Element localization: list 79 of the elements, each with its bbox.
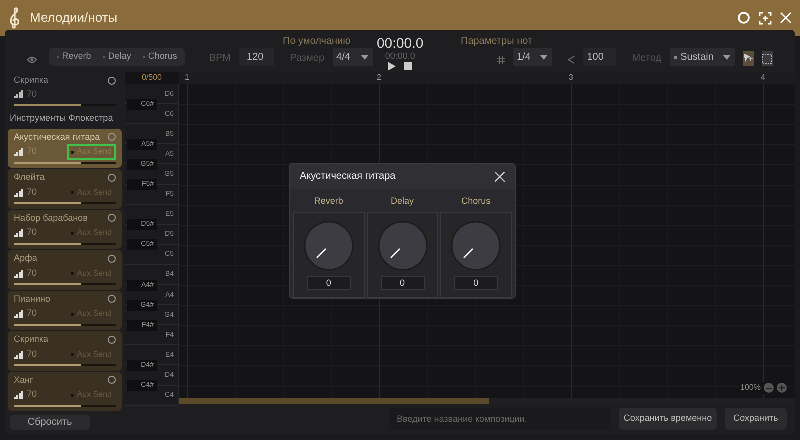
zoom-level: 100% — [740, 382, 761, 394]
ring-icon[interactable] — [108, 376, 116, 384]
ring-icon[interactable] — [108, 336, 116, 344]
composition-name-field[interactable]: Введите название композиции. — [389, 408, 611, 430]
volume-bars-icon — [14, 310, 23, 318]
window-title: Мелодии/ноты — [30, 9, 118, 28]
dialog-title: Акустическая гитара — [300, 170, 396, 184]
ring-icon[interactable] — [108, 254, 116, 263]
eye-icon[interactable] — [27, 54, 38, 66]
marquee-tool-button[interactable] — [762, 51, 773, 66]
volume-bars-icon — [14, 229, 23, 237]
instrument-name: Скрипка — [14, 333, 48, 346]
grid-select[interactable]: 1/4 — [512, 48, 552, 66]
note-counter: 0/500 — [125, 72, 179, 84]
save-temporarily-button[interactable]: Сохранить временно — [619, 408, 717, 430]
volume-bars-icon — [14, 188, 23, 196]
velocity-field[interactable]: 100 — [583, 48, 616, 66]
instrument-name: Флейта — [14, 171, 45, 184]
volume-bars-icon — [14, 270, 23, 278]
ring-icon[interactable] — [108, 214, 116, 222]
note-params-label: Параметры нот — [461, 35, 533, 49]
method-select[interactable]: Sustain — [670, 48, 735, 66]
section-title: Инструменты Флокестра — [9, 112, 114, 125]
instrument-name: Пианино — [14, 292, 50, 306]
size-select[interactable]: 4/4 — [332, 48, 373, 66]
zoom-out-button[interactable] — [764, 383, 774, 393]
knob-label: Delay — [391, 195, 414, 208]
instrument-name: Набор барабанов — [14, 212, 88, 225]
measure-number: 4 — [761, 72, 766, 84]
instrument-name: Скрипка — [14, 74, 48, 87]
less-than-icon — [568, 54, 576, 66]
volume-value: 70 — [27, 388, 38, 402]
horizontal-scrollbar[interactable] — [179, 398, 489, 404]
save-button[interactable]: Сохранить — [725, 408, 787, 430]
refresh-icon[interactable] — [737, 11, 751, 25]
volume-value: 70 — [27, 186, 38, 199]
volume-bars-icon — [14, 90, 23, 98]
knob-value[interactable]: 0 — [454, 276, 498, 290]
effect-toggle[interactable]: Reverb — [53, 50, 96, 64]
zoom-in-button[interactable] — [777, 383, 787, 393]
measure-number: 2 — [377, 72, 382, 84]
instrument-card[interactable]: Скрипка 70 — [8, 72, 122, 108]
close-icon[interactable] — [495, 172, 505, 182]
volume-bars-icon — [14, 350, 23, 358]
effect-toggle[interactable]: Chorus — [139, 50, 182, 64]
fullscreen-icon[interactable] — [759, 12, 772, 24]
ring-icon[interactable] — [108, 76, 116, 85]
reset-button[interactable]: Сбросить — [10, 415, 90, 430]
volume-value: 70 — [27, 88, 38, 100]
caret-icon — [360, 54, 369, 60]
treble-clef-icon — [8, 6, 22, 30]
volume-value: 70 — [27, 348, 38, 361]
effect-toggle[interactable]: Delay — [99, 50, 136, 64]
select-tool-button[interactable] — [742, 51, 754, 66]
play-icon[interactable] — [388, 62, 396, 71]
volume-value: 70 — [27, 266, 38, 280]
volume-value: 70 — [27, 226, 38, 240]
volume-bars-icon — [14, 148, 23, 156]
bpm-field[interactable]: 120 — [239, 48, 274, 66]
knob-label: Chorus — [462, 195, 491, 208]
ring-icon[interactable] — [108, 174, 116, 182]
grid-icon[interactable] — [496, 55, 505, 66]
instrument-name: Акустическая гитара — [14, 130, 100, 144]
ring-icon[interactable] — [108, 295, 116, 304]
stop-icon[interactable] — [404, 62, 412, 70]
preset-label: По умолчанию — [283, 35, 351, 49]
knob-label: Reverb — [314, 195, 344, 208]
caret-icon — [540, 54, 548, 60]
instrument-name: Арфа — [14, 252, 38, 265]
volume-bars-icon — [14, 391, 23, 399]
knob-value[interactable]: 0 — [306, 276, 351, 290]
caret-icon — [722, 54, 731, 60]
measure-number: 3 — [569, 72, 574, 84]
instrument-name: Ханг — [14, 374, 34, 386]
time-display: 00:00.0 — [377, 35, 424, 51]
knob-value[interactable]: 0 — [380, 276, 424, 290]
volume-value: 70 — [27, 307, 38, 320]
time-small: 00:00.0 — [385, 51, 416, 61]
measure-number: 1 — [185, 72, 190, 84]
